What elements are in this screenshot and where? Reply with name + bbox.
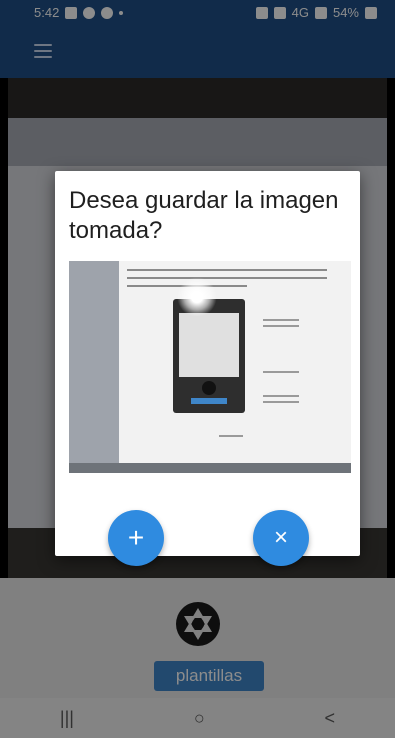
dialog-title: Desea guardar la imagen tomada? [69, 187, 339, 244]
save-image-dialog: Desea guardar la imagen tomada? + × [55, 171, 360, 566]
light-flare [177, 277, 217, 317]
add-image-button[interactable]: + [108, 510, 164, 566]
discard-image-button[interactable]: × [253, 510, 309, 566]
captured-image-preview [69, 261, 351, 473]
